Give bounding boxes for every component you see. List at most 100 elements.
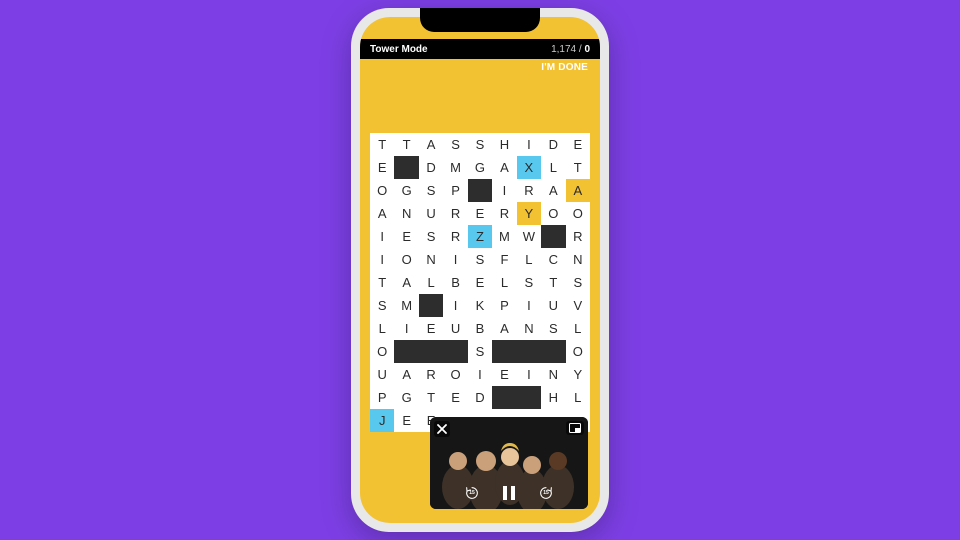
grid-cell[interactable]: E bbox=[566, 133, 590, 156]
grid-cell[interactable]: A bbox=[492, 156, 516, 179]
grid-cell[interactable]: O bbox=[443, 363, 467, 386]
grid-cell[interactable]: X bbox=[517, 156, 541, 179]
grid-cell[interactable]: R bbox=[443, 202, 467, 225]
grid-cell[interactable]: N bbox=[419, 248, 443, 271]
grid-cell[interactable]: I bbox=[443, 248, 467, 271]
grid-cell[interactable]: T bbox=[419, 386, 443, 409]
grid-cell[interactable]: A bbox=[394, 363, 418, 386]
grid-cell[interactable]: L bbox=[566, 317, 590, 340]
grid-cell[interactable]: U bbox=[370, 363, 394, 386]
grid-cell[interactable]: S bbox=[541, 317, 565, 340]
grid-cell[interactable]: U bbox=[443, 317, 467, 340]
grid-cell[interactable]: A bbox=[394, 271, 418, 294]
grid-cell[interactable] bbox=[492, 386, 516, 409]
grid-cell[interactable]: S bbox=[468, 248, 492, 271]
grid-cell[interactable]: R bbox=[566, 225, 590, 248]
grid-cell[interactable]: D bbox=[541, 133, 565, 156]
grid-cell[interactable]: G bbox=[468, 156, 492, 179]
grid-cell[interactable]: K bbox=[468, 294, 492, 317]
grid-cell[interactable] bbox=[443, 340, 467, 363]
grid-cell[interactable] bbox=[394, 340, 418, 363]
grid-cell[interactable] bbox=[541, 225, 565, 248]
grid-cell[interactable] bbox=[419, 340, 443, 363]
grid-cell[interactable]: E bbox=[394, 409, 418, 432]
grid-cell[interactable]: O bbox=[370, 179, 394, 202]
grid-cell[interactable]: R bbox=[492, 202, 516, 225]
grid-cell[interactable]: E bbox=[468, 271, 492, 294]
grid-cell[interactable] bbox=[492, 340, 516, 363]
pip-expand-button[interactable] bbox=[566, 421, 584, 435]
grid-cell[interactable] bbox=[394, 156, 418, 179]
grid-cell[interactable]: S bbox=[443, 133, 467, 156]
grid-cell[interactable]: H bbox=[541, 386, 565, 409]
grid-cell[interactable]: R bbox=[517, 179, 541, 202]
grid-cell[interactable]: N bbox=[566, 248, 590, 271]
grid-cell[interactable]: E bbox=[492, 363, 516, 386]
grid-cell[interactable]: L bbox=[492, 271, 516, 294]
grid-cell[interactable] bbox=[517, 340, 541, 363]
grid-cell[interactable] bbox=[468, 179, 492, 202]
grid-cell[interactable]: S bbox=[566, 271, 590, 294]
grid-cell[interactable] bbox=[541, 340, 565, 363]
grid-cell[interactable]: Y bbox=[566, 363, 590, 386]
grid-cell[interactable]: A bbox=[492, 317, 516, 340]
grid-cell[interactable]: L bbox=[541, 156, 565, 179]
grid-cell[interactable] bbox=[517, 386, 541, 409]
grid-cell[interactable]: I bbox=[394, 317, 418, 340]
grid-cell[interactable]: N bbox=[541, 363, 565, 386]
grid-cell[interactable]: S bbox=[517, 271, 541, 294]
grid-cell[interactable]: S bbox=[419, 225, 443, 248]
grid-cell[interactable]: E bbox=[468, 202, 492, 225]
grid-cell[interactable]: A bbox=[541, 179, 565, 202]
grid-cell[interactable]: T bbox=[541, 271, 565, 294]
grid-cell[interactable]: P bbox=[443, 179, 467, 202]
grid-cell[interactable]: O bbox=[566, 340, 590, 363]
grid-cell[interactable]: S bbox=[468, 133, 492, 156]
grid-cell[interactable]: U bbox=[541, 294, 565, 317]
grid-cell[interactable]: S bbox=[419, 179, 443, 202]
play-pause-button[interactable] bbox=[499, 483, 519, 503]
grid-cell[interactable]: M bbox=[492, 225, 516, 248]
grid-cell[interactable]: T bbox=[370, 271, 394, 294]
grid-cell[interactable]: D bbox=[419, 156, 443, 179]
grid-cell[interactable]: L bbox=[419, 271, 443, 294]
skip-forward-button[interactable]: 15 bbox=[537, 484, 555, 502]
grid-cell[interactable]: I bbox=[517, 363, 541, 386]
grid-cell[interactable]: N bbox=[394, 202, 418, 225]
grid-cell[interactable]: L bbox=[517, 248, 541, 271]
grid-cell[interactable]: T bbox=[370, 133, 394, 156]
grid-cell[interactable]: V bbox=[566, 294, 590, 317]
grid-cell[interactable]: C bbox=[541, 248, 565, 271]
grid-cell[interactable]: L bbox=[566, 386, 590, 409]
grid-cell[interactable]: Z bbox=[468, 225, 492, 248]
grid-cell[interactable]: W bbox=[517, 225, 541, 248]
grid-cell[interactable]: T bbox=[394, 133, 418, 156]
grid-cell[interactable]: P bbox=[370, 386, 394, 409]
grid-cell[interactable]: H bbox=[492, 133, 516, 156]
grid-cell[interactable]: S bbox=[468, 340, 492, 363]
grid-cell[interactable]: P bbox=[492, 294, 516, 317]
grid-cell[interactable]: D bbox=[468, 386, 492, 409]
grid-cell[interactable]: Y bbox=[517, 202, 541, 225]
grid-cell[interactable]: I bbox=[517, 133, 541, 156]
grid-cell[interactable]: I bbox=[492, 179, 516, 202]
grid-cell[interactable]: I bbox=[468, 363, 492, 386]
grid-cell[interactable]: J bbox=[370, 409, 394, 432]
grid-cell[interactable]: M bbox=[443, 156, 467, 179]
grid-cell[interactable]: G bbox=[394, 386, 418, 409]
grid-cell[interactable]: E bbox=[370, 156, 394, 179]
grid-cell[interactable]: B bbox=[443, 271, 467, 294]
skip-back-button[interactable]: 15 bbox=[463, 484, 481, 502]
grid-cell[interactable]: F bbox=[492, 248, 516, 271]
grid-cell[interactable]: E bbox=[394, 225, 418, 248]
grid-cell[interactable]: I bbox=[517, 294, 541, 317]
grid-cell[interactable]: T bbox=[566, 156, 590, 179]
grid-cell[interactable]: O bbox=[394, 248, 418, 271]
grid-cell[interactable]: I bbox=[370, 225, 394, 248]
grid-cell[interactable]: O bbox=[566, 202, 590, 225]
grid-cell[interactable]: O bbox=[541, 202, 565, 225]
grid-cell[interactable]: N bbox=[517, 317, 541, 340]
grid-cell[interactable]: A bbox=[419, 133, 443, 156]
grid-cell[interactable]: B bbox=[468, 317, 492, 340]
grid-cell[interactable]: A bbox=[566, 179, 590, 202]
